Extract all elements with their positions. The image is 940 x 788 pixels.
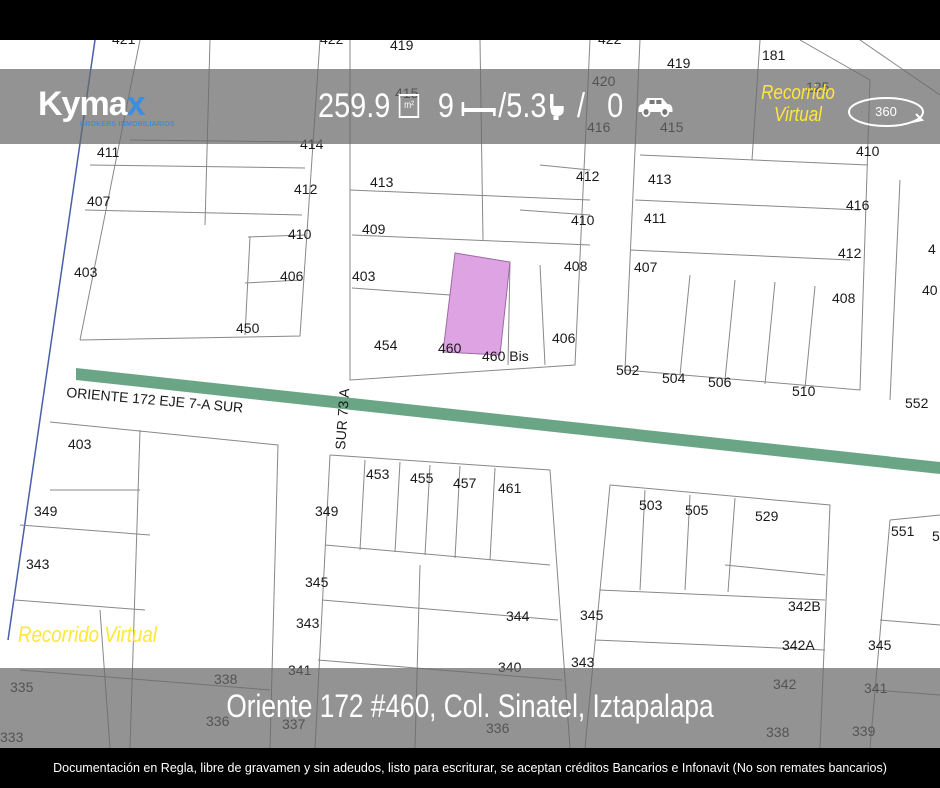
lot-label: 403 [74, 264, 98, 280]
lot-label: 422 [598, 40, 622, 47]
logo-x: x [126, 85, 146, 123]
footer-disclaimer: Documentación en Regla, libre de gravame… [0, 748, 940, 788]
lot-label: 406 [552, 330, 576, 346]
lot-label: 409 [362, 221, 386, 237]
lot-label: 503 [639, 497, 663, 513]
bedrooms-value: 9 [437, 86, 455, 125]
lot-label: 410 [288, 226, 312, 242]
lot-label: 408 [832, 290, 856, 306]
lot-label: 343 [296, 615, 320, 631]
lot-label: 345 [868, 637, 892, 653]
lot-label: 460 Bis [482, 348, 529, 364]
lot-label: 407 [634, 259, 658, 275]
virtual-tour-line2: Virtual [774, 104, 822, 126]
lot-label: 411 [644, 210, 667, 226]
street-label-sur: SUR 73 A [332, 387, 352, 450]
lot-label: 502 [616, 362, 640, 378]
lot-label: 349 [34, 503, 58, 519]
lot-label: 406 [280, 268, 304, 284]
lot-label: 510 [792, 383, 816, 399]
lot-label: 5 [932, 528, 940, 544]
360-view-icon[interactable]: 360 [846, 95, 926, 129]
virtual-tour-overlay-label[interactable]: Recorrido Virtual [18, 622, 157, 648]
lot-label: 421 [112, 40, 136, 47]
lot-label: 403 [68, 436, 92, 452]
slash-2: / [577, 86, 586, 125]
lot-label: 408 [564, 258, 588, 274]
toilet-icon [549, 94, 564, 120]
lot-label: 412 [294, 181, 318, 197]
lot-label: 416 [846, 197, 870, 213]
car-icon [638, 98, 673, 117]
property-address: Oriente 172 #460, Col. Sinatel, Iztapala… [226, 688, 714, 724]
lot-label: 410 [571, 212, 595, 228]
lot-label: 413 [370, 174, 394, 190]
lot-label: 457 [453, 475, 477, 491]
lot-label: 345 [580, 607, 604, 623]
lot-label: 455 [410, 470, 434, 486]
virtual-tour-link[interactable]: Recorrido Virtual [759, 82, 837, 126]
lot-label: 506 [708, 374, 732, 390]
lot-label: 342A [782, 637, 815, 653]
top-letterbox [0, 0, 940, 40]
kymax-logo[interactable]: Kymax [38, 85, 146, 123]
lot-label: 413 [648, 171, 672, 187]
lot-label: 454 [374, 337, 398, 353]
lot-label: 419 [390, 40, 414, 53]
logo-text: Kyma [38, 85, 128, 123]
property-stats: 259.9 m² 9 / 5.3 / 0 [318, 86, 676, 126]
area-value: 259.9 [318, 86, 391, 125]
lot-label: 342B [788, 598, 821, 614]
lot-label: 403 [352, 268, 376, 284]
lot-label: 450 [236, 320, 260, 336]
lot-label: 412 [576, 168, 600, 184]
lot-label: 412 [838, 245, 862, 261]
lot-label: 181 [762, 47, 786, 63]
lot-label: 411 [97, 144, 120, 160]
lot-label: 504 [662, 370, 686, 386]
lot-label: 529 [755, 508, 779, 524]
lot-label: 349 [315, 503, 339, 519]
lot-label: 551 [891, 523, 915, 539]
lot-label: 422 [320, 40, 344, 47]
lot-label: 460 [438, 340, 462, 356]
bathrooms-value: 5.3 [506, 86, 547, 125]
lot-label: 410 [856, 143, 880, 159]
lot-label: 552 [905, 395, 929, 411]
disclaimer-text: Documentación en Regla, libre de gravame… [53, 761, 887, 775]
lot-label: 40 [922, 282, 938, 298]
slash: / [498, 86, 507, 125]
lot-label: 343 [26, 556, 50, 572]
lot-label: 453 [366, 466, 390, 482]
logo-tagline: BROKERS INMOBILIARIOS [80, 121, 175, 128]
lot-label: 345 [305, 574, 329, 590]
parking-value: 0 [607, 86, 624, 125]
360-label: 360 [875, 104, 897, 119]
virtual-tour-line1: Recorrido [761, 82, 835, 104]
lot-label: 407 [87, 193, 111, 209]
bed-icon [461, 102, 496, 116]
lot-label: 4 [928, 241, 936, 257]
lot-label: 505 [685, 502, 709, 518]
m2-icon: m² [398, 94, 420, 118]
lot-label: 461 [498, 480, 522, 496]
lot-label: 344 [506, 608, 530, 624]
